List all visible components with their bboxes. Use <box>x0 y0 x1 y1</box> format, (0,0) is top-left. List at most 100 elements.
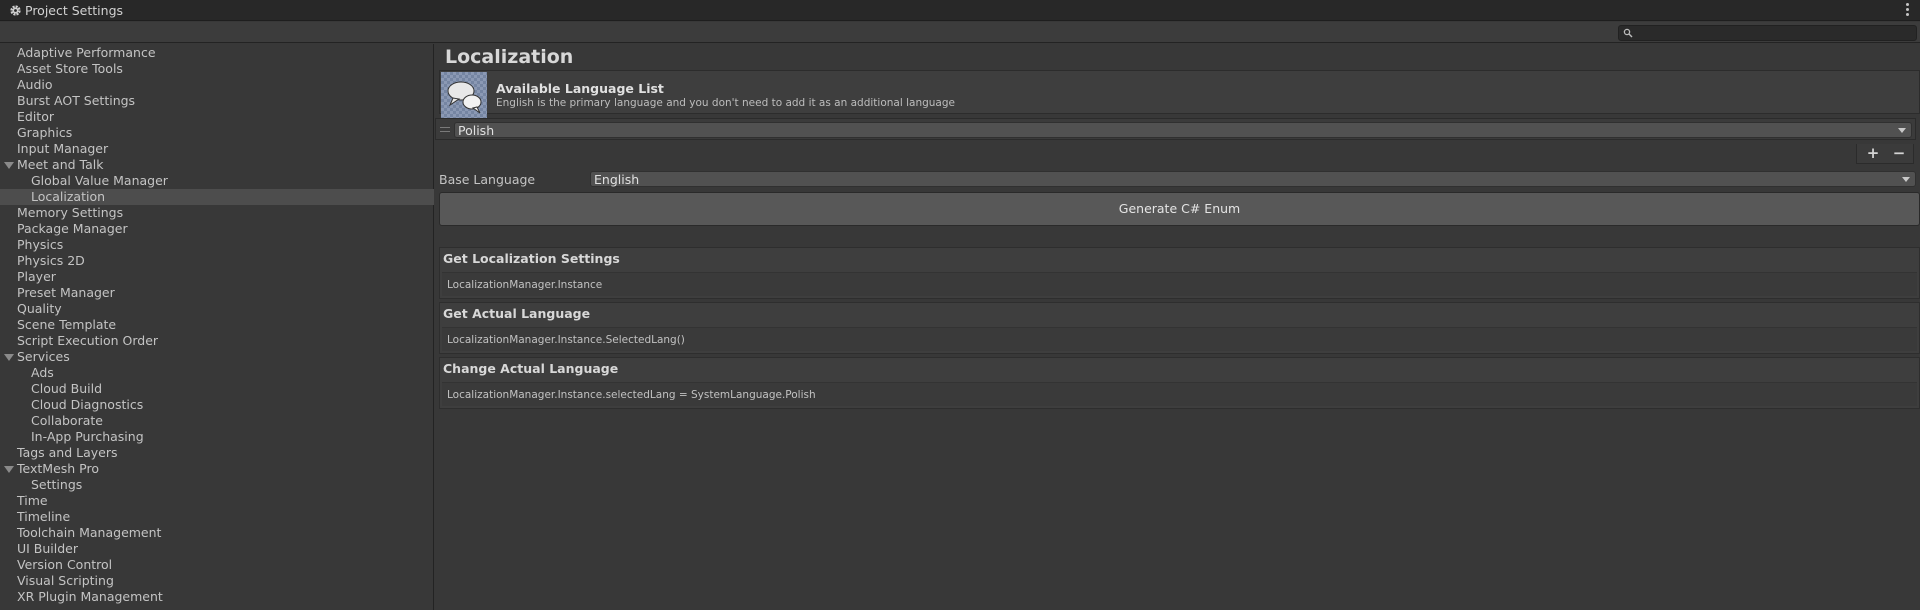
sidebar-item-editor[interactable]: Editor <box>0 109 434 125</box>
sidebar-item-label: Player <box>17 269 56 284</box>
sidebar-item-player[interactable]: Player <box>0 269 434 285</box>
base-language-label: Base Language <box>439 172 536 187</box>
page-title: Localization <box>445 46 574 68</box>
available-language-header: Available Language List English is the p… <box>439 70 1920 118</box>
kebab-menu-icon[interactable] <box>1906 3 1910 18</box>
foldout-arrow-icon[interactable] <box>4 162 14 169</box>
section-change-actual-language: Change Actual Language LocalizationManag… <box>439 357 1920 409</box>
generate-enum-button[interactable]: Generate C# Enum <box>439 192 1920 226</box>
sidebar-item-label: Version Control <box>17 557 113 572</box>
sidebar-item-label: Physics <box>17 237 64 252</box>
sidebar-item-label: Memory Settings <box>17 205 124 220</box>
settings-sidebar: Adaptive Performance Asset Store Tools Aud… <box>0 44 434 610</box>
sidebar-item-label: Cloud Build <box>31 381 103 396</box>
sidebar-item-toolchain-management[interactable]: Toolchain Management <box>0 525 434 541</box>
sidebar-item-ads[interactable]: Ads <box>0 365 434 381</box>
dropdown-arrow-icon <box>1898 128 1906 133</box>
sidebar-item-textmesh-pro[interactable]: TextMesh Pro <box>0 461 434 477</box>
sidebar-item-label: Services <box>17 349 70 364</box>
sidebar-item-visual-scripting[interactable]: Visual Scripting <box>0 573 434 589</box>
language-list-title: Available Language List <box>496 81 664 96</box>
sidebar-item-label: Collaborate <box>31 413 103 428</box>
toolbar <box>0 22 1920 43</box>
sidebar-item-timeline[interactable]: Timeline <box>0 509 434 525</box>
sidebar-item-label: Physics 2D <box>17 253 85 268</box>
sidebar-item-label: Package Manager <box>17 221 128 236</box>
sidebar-item-label: In-App Purchasing <box>31 429 144 444</box>
sidebar-item-audio[interactable]: Audio <box>0 77 434 93</box>
sidebar-item-version-control[interactable]: Version Control <box>0 557 434 573</box>
sidebar-item-global-value-manager[interactable]: Global Value Manager <box>0 173 434 189</box>
dropdown-arrow-icon <box>1902 177 1910 182</box>
sidebar-item-label: Script Execution Order <box>17 333 159 348</box>
sidebar-item-localization[interactable]: Localization <box>0 189 434 205</box>
gear-icon <box>10 5 21 16</box>
sidebar-item-asset-store-tools[interactable]: Asset Store Tools <box>0 61 434 77</box>
sidebar-item-settings[interactable]: Settings <box>0 477 434 493</box>
sidebar-item-physics-2d[interactable]: Physics 2D <box>0 253 434 269</box>
code-snippet: LocalizationManager.Instance.selectedLan… <box>442 382 1917 406</box>
sidebar-item-ui-builder[interactable]: UI Builder <box>0 541 434 557</box>
sidebar-item-label: Toolchain Management <box>17 525 162 540</box>
sidebar-item-time[interactable]: Time <box>0 493 434 509</box>
search-input[interactable] <box>1635 26 1915 40</box>
remove-language-button[interactable]: − <box>1886 144 1912 164</box>
section-title: Change Actual Language <box>443 361 619 376</box>
speech-bubbles-icon <box>441 72 487 118</box>
language-dropdown[interactable]: Polish <box>454 122 1912 138</box>
list-footer: + − <box>1856 144 1914 164</box>
section-get-actual-language: Get Actual Language LocalizationManager.… <box>439 302 1920 354</box>
sidebar-item-label: Timeline <box>17 509 71 524</box>
search-icon <box>1623 28 1633 38</box>
sidebar-item-meet-and-talk[interactable]: Meet and Talk <box>0 157 434 173</box>
sidebar-item-label: Tags and Layers <box>17 445 118 460</box>
sidebar-item-label: Visual Scripting <box>17 573 114 588</box>
section-get-localization-settings: Get Localization Settings LocalizationMa… <box>439 247 1920 299</box>
sidebar-item-label: XR Plugin Management <box>17 589 163 604</box>
add-language-button[interactable]: + <box>1860 144 1886 164</box>
sidebar-item-label: Preset Manager <box>17 285 115 300</box>
sidebar-item-tags-and-layers[interactable]: Tags and Layers <box>0 445 434 461</box>
sidebar-item-xr-plugin-management[interactable]: XR Plugin Management <box>0 589 434 605</box>
sidebar-item-collaborate[interactable]: Collaborate <box>0 413 434 429</box>
sidebar-item-physics[interactable]: Physics <box>0 237 434 253</box>
sidebar-item-in-app-purchasing[interactable]: In-App Purchasing <box>0 429 434 445</box>
window-title: Project Settings <box>25 3 124 18</box>
sidebar-item-package-manager[interactable]: Package Manager <box>0 221 434 237</box>
sidebar-item-label: Scene Template <box>17 317 117 332</box>
search-box[interactable] <box>1618 25 1917 41</box>
settings-main-panel: Localization Available Language List Eng <box>435 44 1920 610</box>
sidebar-item-script-execution-order[interactable]: Script Execution Order <box>0 333 434 349</box>
sidebar-item-cloud-build[interactable]: Cloud Build <box>0 381 434 397</box>
base-language-dropdown[interactable]: English <box>590 171 1916 187</box>
base-language-value: English <box>594 172 640 187</box>
sidebar-item-label: TextMesh Pro <box>17 461 99 476</box>
code-snippet: LocalizationManager.Instance.SelectedLan… <box>442 327 1917 351</box>
sidebar-item-label: Cloud Diagnostics <box>31 397 144 412</box>
sidebar-item-services[interactable]: Services <box>0 349 434 365</box>
foldout-arrow-icon[interactable] <box>4 354 14 361</box>
sidebar-item-input-manager[interactable]: Input Manager <box>0 141 434 157</box>
sidebar-item-label: Burst AOT Settings <box>17 93 136 108</box>
sidebar-item-scene-template[interactable]: Scene Template <box>0 317 434 333</box>
sidebar-item-adaptive-performance[interactable]: Adaptive Performance <box>0 45 434 61</box>
sidebar-item-label: Quality <box>17 301 62 316</box>
sidebar-item-label: Graphics <box>17 125 73 140</box>
sidebar-item-cloud-diagnostics[interactable]: Cloud Diagnostics <box>0 397 434 413</box>
section-title: Get Localization Settings <box>443 251 620 266</box>
sidebar-item-quality[interactable]: Quality <box>0 301 434 317</box>
sidebar-item-label: Meet and Talk <box>17 157 104 172</box>
foldout-arrow-icon[interactable] <box>4 466 14 473</box>
sidebar-item-label: Time <box>17 493 48 508</box>
sidebar-item-memory-settings[interactable]: Memory Settings <box>0 205 434 221</box>
sidebar-item-label: Ads <box>31 365 54 380</box>
sidebar-item-label: Asset Store Tools <box>17 61 123 76</box>
sidebar-item-burst-aot-settings[interactable]: Burst AOT Settings <box>0 93 434 109</box>
sidebar-item-label: UI Builder <box>17 541 79 556</box>
settings-category-list: Adaptive Performance Asset Store Tools Aud… <box>0 45 434 605</box>
language-list-subtitle: English is the primary language and you … <box>496 97 955 109</box>
sidebar-item-label: Adaptive Performance <box>17 45 156 60</box>
sidebar-item-graphics[interactable]: Graphics <box>0 125 434 141</box>
drag-handle-icon[interactable] <box>440 127 450 132</box>
sidebar-item-preset-manager[interactable]: Preset Manager <box>0 285 434 301</box>
